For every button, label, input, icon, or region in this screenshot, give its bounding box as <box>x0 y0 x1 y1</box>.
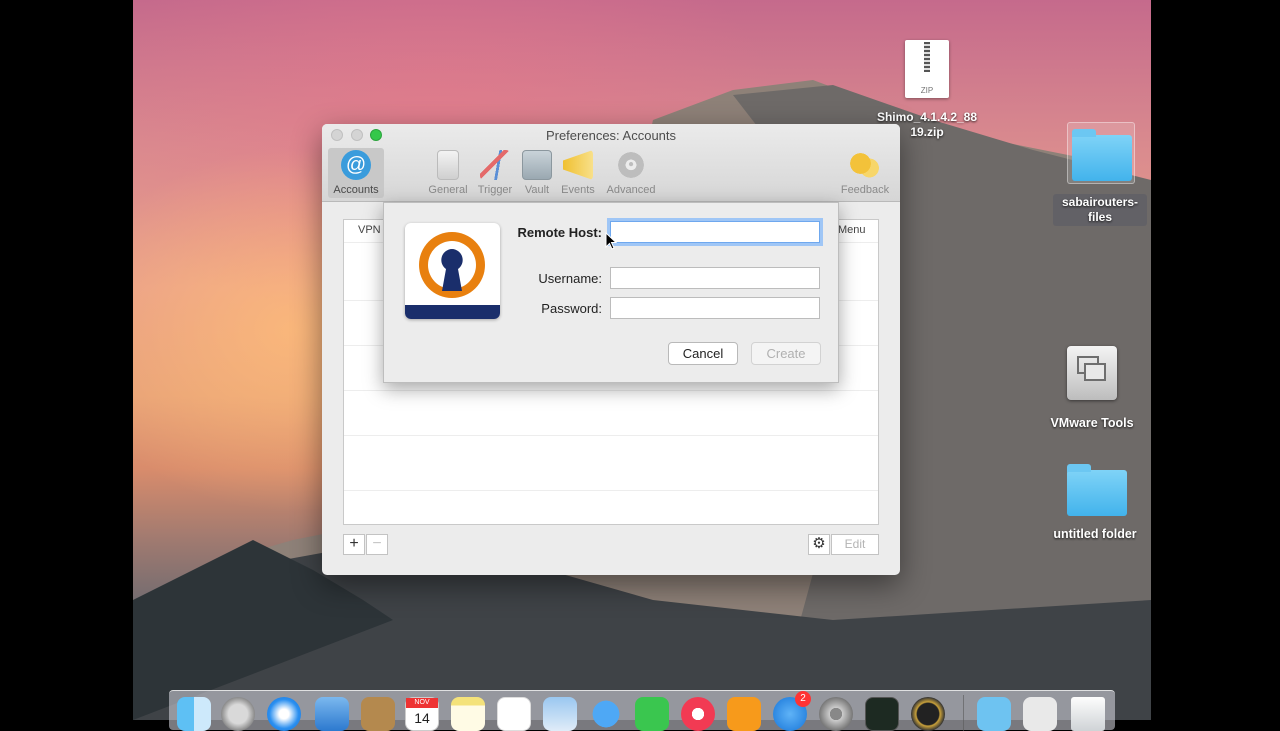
folder-label-sabairouters[interactable]: sabairouters-files <box>1053 194 1147 226</box>
at-icon: @ <box>341 150 371 180</box>
mail-icon[interactable] <box>315 697 349 731</box>
notes-icon[interactable] <box>451 697 485 731</box>
zip-badge: ZIP <box>920 86 934 95</box>
vmware-tools-icon[interactable] <box>1067 346 1117 400</box>
itunes-icon[interactable] <box>681 697 715 731</box>
tab-accounts[interactable]: @ Accounts <box>328 148 384 198</box>
megaphone-icon <box>563 150 593 180</box>
window-toolbar: Preferences: Accounts @ Accounts General… <box>322 124 900 202</box>
username-label: Username: <box>538 271 602 286</box>
shimo-icon[interactable] <box>911 697 945 731</box>
column-header-menu[interactable]: Menu <box>838 224 866 236</box>
column-header-vpn[interactable]: VPN <box>358 224 381 236</box>
ibooks-icon[interactable] <box>727 697 761 731</box>
tab-advanced[interactable]: ⚙ Advanced <box>603 148 659 198</box>
vmware-tools-label[interactable]: VMware Tools <box>1037 416 1147 430</box>
cancel-button[interactable]: Cancel <box>668 342 738 365</box>
safari-icon[interactable] <box>267 697 301 731</box>
tab-trigger-label: Trigger <box>477 184 513 196</box>
password-input[interactable] <box>610 297 820 319</box>
documents-stack-icon[interactable] <box>1023 697 1057 731</box>
reminders-icon[interactable] <box>497 697 531 731</box>
mouse-cursor-icon <box>605 232 617 250</box>
contacts-icon[interactable] <box>361 697 395 731</box>
finder-icon[interactable] <box>177 697 211 731</box>
gear-icon: ⚙ <box>812 535 826 552</box>
preview-icon[interactable] <box>543 697 577 731</box>
calendar-icon[interactable]: NOV 14 <box>405 697 439 731</box>
downloads-stack-icon[interactable] <box>977 697 1011 731</box>
untitled-folder-icon[interactable] <box>1067 464 1127 516</box>
vault-icon <box>522 150 552 180</box>
app-store-icon[interactable]: 2 <box>773 691 811 731</box>
switch-icon <box>437 150 459 180</box>
dock-separator <box>963 695 964 731</box>
zip-file-icon[interactable]: ZIP <box>905 40 949 98</box>
openvpn-logo <box>405 223 500 319</box>
remote-host-input[interactable] <box>610 221 820 243</box>
username-input[interactable] <box>610 267 820 289</box>
tab-events[interactable]: Events <box>550 148 606 198</box>
add-account-button[interactable]: + <box>343 534 365 555</box>
trigger-icon <box>480 150 510 180</box>
zipper-icon <box>924 42 930 72</box>
tab-events-label: Events <box>561 184 595 196</box>
tab-feedback[interactable]: Feedback <box>837 148 893 198</box>
tab-feedback-label: Feedback <box>840 184 890 196</box>
speech-bubbles-icon <box>850 150 880 180</box>
folder-icon[interactable] <box>1067 122 1135 184</box>
activity-monitor-icon[interactable] <box>865 697 899 731</box>
system-preferences-icon[interactable] <box>819 697 853 731</box>
password-label: Password: <box>541 301 602 316</box>
tab-advanced-label: Advanced <box>606 184 656 196</box>
remove-account-button[interactable]: − <box>366 534 388 555</box>
new-account-sheet: Remote Host: Username: Password: Cancel … <box>383 202 839 383</box>
tab-general-label: General <box>428 184 468 196</box>
remote-host-label: Remote Host: <box>517 225 602 240</box>
tab-vault-label: Vault <box>524 184 550 196</box>
untitled-folder-label[interactable]: untitled folder <box>1037 527 1151 541</box>
tab-accounts-label: Accounts <box>333 184 379 196</box>
launchpad-icon[interactable] <box>221 697 255 731</box>
calendar-month: NOV <box>406 698 438 708</box>
calendar-day: 14 <box>414 710 430 726</box>
dock: NOV 14 2 <box>169 690 1115 731</box>
app-store-badge: 2 <box>795 691 811 707</box>
messages-icon[interactable] <box>589 697 623 731</box>
create-button[interactable]: Create <box>751 342 821 365</box>
edit-button[interactable]: Edit <box>831 534 879 555</box>
window-title: Preferences: Accounts <box>545 128 677 143</box>
facetime-icon[interactable] <box>635 697 669 731</box>
gear-icon: ⚙ <box>616 150 646 180</box>
trash-icon[interactable] <box>1071 697 1105 731</box>
settings-gear-button[interactable]: ⚙ <box>808 534 830 555</box>
